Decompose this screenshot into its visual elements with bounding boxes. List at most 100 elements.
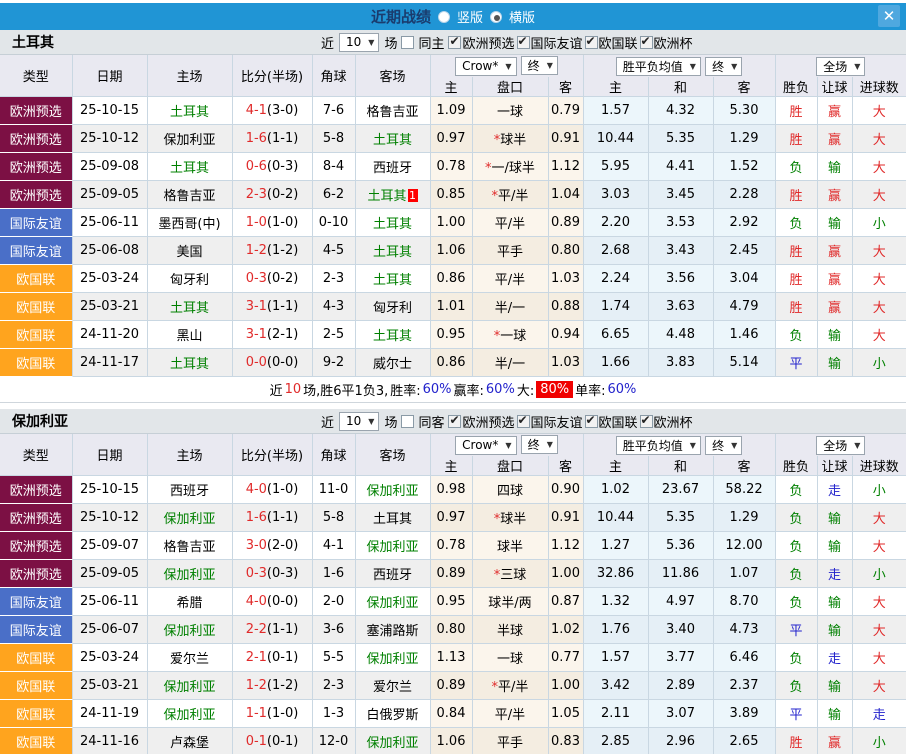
avg-win-odds: 10.44 (583, 504, 648, 532)
scope-select[interactable]: 全场▼ (816, 57, 865, 76)
handicap-result-flag: 赢 (817, 97, 852, 125)
corner-count: 5-8 (312, 504, 355, 532)
final-avg-select[interactable]: 终▼ (705, 436, 742, 455)
goals-flag: 大 (852, 321, 906, 349)
avg-draw-odds: 4.48 (648, 321, 713, 349)
corner-count: 11-0 (312, 476, 355, 504)
avg-win-odds: 32.86 (583, 560, 648, 588)
avg-select[interactable]: 胜平负均值▼ (616, 57, 701, 76)
table-row: 欧国联 24-11-17 土耳其 0-0(0-0) 9-2 威尔士 0.86 半… (0, 349, 906, 377)
comp-checkbox-qualifier[interactable] (448, 415, 461, 428)
subcol-avg-draw: 和 (648, 456, 713, 476)
horizontal-layout-radio[interactable] (490, 11, 502, 23)
away-team: 保加利亚 (355, 476, 430, 504)
match-count-select[interactable]: 10▼ (339, 412, 379, 431)
avg-draw-odds: 5.36 (648, 532, 713, 560)
goals-flag: 小 (852, 349, 906, 377)
match-date: 25-06-08 (72, 237, 147, 265)
table-row: 欧洲预选 25-10-12 保加利亚 1-6(1-1) 5-8 土耳其 0.97… (0, 504, 906, 532)
final-odds-select[interactable]: 终▼ (521, 56, 558, 75)
avg-lose-odds: 3.89 (713, 700, 775, 728)
chevron-down-icon: ▼ (854, 441, 860, 450)
home-team: 美国 (147, 237, 232, 265)
col-type: 类型 (0, 55, 72, 97)
away-team: 保加利亚 (355, 588, 430, 616)
final-odds-select[interactable]: 终▼ (521, 435, 558, 454)
avg-select[interactable]: 胜平负均值▼ (616, 436, 701, 455)
score-cell: 2-2(1-1) (232, 616, 312, 644)
same-venue-checkbox[interactable] (401, 36, 414, 49)
score-cell: 4-0(1-0) (232, 476, 312, 504)
away-team: 土耳其 (355, 237, 430, 265)
competition-badge: 国际友谊 (0, 588, 72, 616)
goals-flag: 大 (852, 153, 906, 181)
scope-select[interactable]: 全场▼ (816, 436, 865, 455)
comp-label-euro: 欧洲杯 (654, 412, 693, 431)
corner-count: 4-3 (312, 293, 355, 321)
final-avg-select[interactable]: 终▼ (705, 57, 742, 76)
away-odds: 1.03 (548, 349, 583, 377)
comp-checkbox-qualifier[interactable] (448, 36, 461, 49)
avg-lose-odds: 58.22 (713, 476, 775, 504)
home-odds: 0.95 (430, 321, 472, 349)
avg-lose-odds: 2.65 (713, 728, 775, 754)
score-cell: 1-6(1-1) (232, 504, 312, 532)
vertical-layout-radio[interactable] (438, 11, 450, 23)
close-icon[interactable]: ✕ (878, 5, 900, 27)
comp-checkbox-nations[interactable] (585, 415, 598, 428)
score-cell: 0-6(0-3) (232, 153, 312, 181)
avg-draw-odds: 3.56 (648, 265, 713, 293)
home-odds: 1.00 (430, 209, 472, 237)
score-cell: 2-1(0-1) (232, 644, 312, 672)
avg-lose-odds: 2.28 (713, 181, 775, 209)
handicap: *一球 (472, 321, 548, 349)
subcol-home-odds: 主 (430, 77, 472, 97)
col-away: 客场 (355, 55, 430, 97)
home-team: 土耳其 (147, 349, 232, 377)
handicap-result-flag: 走 (817, 476, 852, 504)
handicap-result-flag: 赢 (817, 181, 852, 209)
avg-lose-odds: 4.73 (713, 616, 775, 644)
home-team: 保加利亚 (147, 672, 232, 700)
match-count-select[interactable]: 10▼ (339, 33, 379, 52)
home-team: 土耳其 (147, 97, 232, 125)
home-team: 西班牙 (147, 476, 232, 504)
comp-checkbox-friendly[interactable] (517, 36, 530, 49)
result-flag: 胜 (775, 237, 817, 265)
corner-count: 1-6 (312, 560, 355, 588)
comp-checkbox-euro[interactable] (640, 36, 653, 49)
subcol-avg-draw: 和 (648, 77, 713, 97)
competition-badge: 国际友谊 (0, 237, 72, 265)
competition-badge: 欧洲预选 (0, 153, 72, 181)
avg-draw-odds: 3.77 (648, 644, 713, 672)
home-odds: 0.89 (430, 560, 472, 588)
home-team: 格鲁吉亚 (147, 532, 232, 560)
section-filter-bar: 土耳其 近 10▼ 场 同主 欧洲预选 国际友谊 欧国联 欧洲杯 (0, 30, 906, 55)
avg-win-odds: 1.32 (583, 588, 648, 616)
odds-company-select[interactable]: Crow*▼ (455, 57, 516, 76)
comp-checkbox-nations[interactable] (585, 36, 598, 49)
home-odds: 0.98 (430, 476, 472, 504)
match-date: 25-06-07 (72, 616, 147, 644)
same-venue-checkbox[interactable] (401, 415, 414, 428)
match-date: 24-11-20 (72, 321, 147, 349)
table-row: 欧洲预选 25-09-07 格鲁吉亚 3-0(2-0) 4-1 保加利亚 0.7… (0, 532, 906, 560)
score-cell: 0-0(0-0) (232, 349, 312, 377)
col-date: 日期 (72, 55, 147, 97)
odds-company-select[interactable]: Crow*▼ (455, 436, 516, 455)
competition-badge: 欧国联 (0, 349, 72, 377)
result-flag: 平 (775, 349, 817, 377)
handicap-result-flag: 走 (817, 644, 852, 672)
goals-flag: 大 (852, 293, 906, 321)
col-away: 客场 (355, 434, 430, 476)
away-odds: 0.89 (548, 209, 583, 237)
handicap: *一/球半 (472, 153, 548, 181)
table-row: 欧国联 24-11-16 卢森堡 0-1(0-1) 12-0 保加利亚 1.06… (0, 728, 906, 754)
match-date: 24-11-19 (72, 700, 147, 728)
home-team: 墨西哥(中) (147, 209, 232, 237)
subcol-goals: 进球数 (852, 456, 906, 476)
corner-count: 0-10 (312, 209, 355, 237)
comp-checkbox-friendly[interactable] (517, 415, 530, 428)
handicap: 一球 (472, 97, 548, 125)
comp-checkbox-euro[interactable] (640, 415, 653, 428)
